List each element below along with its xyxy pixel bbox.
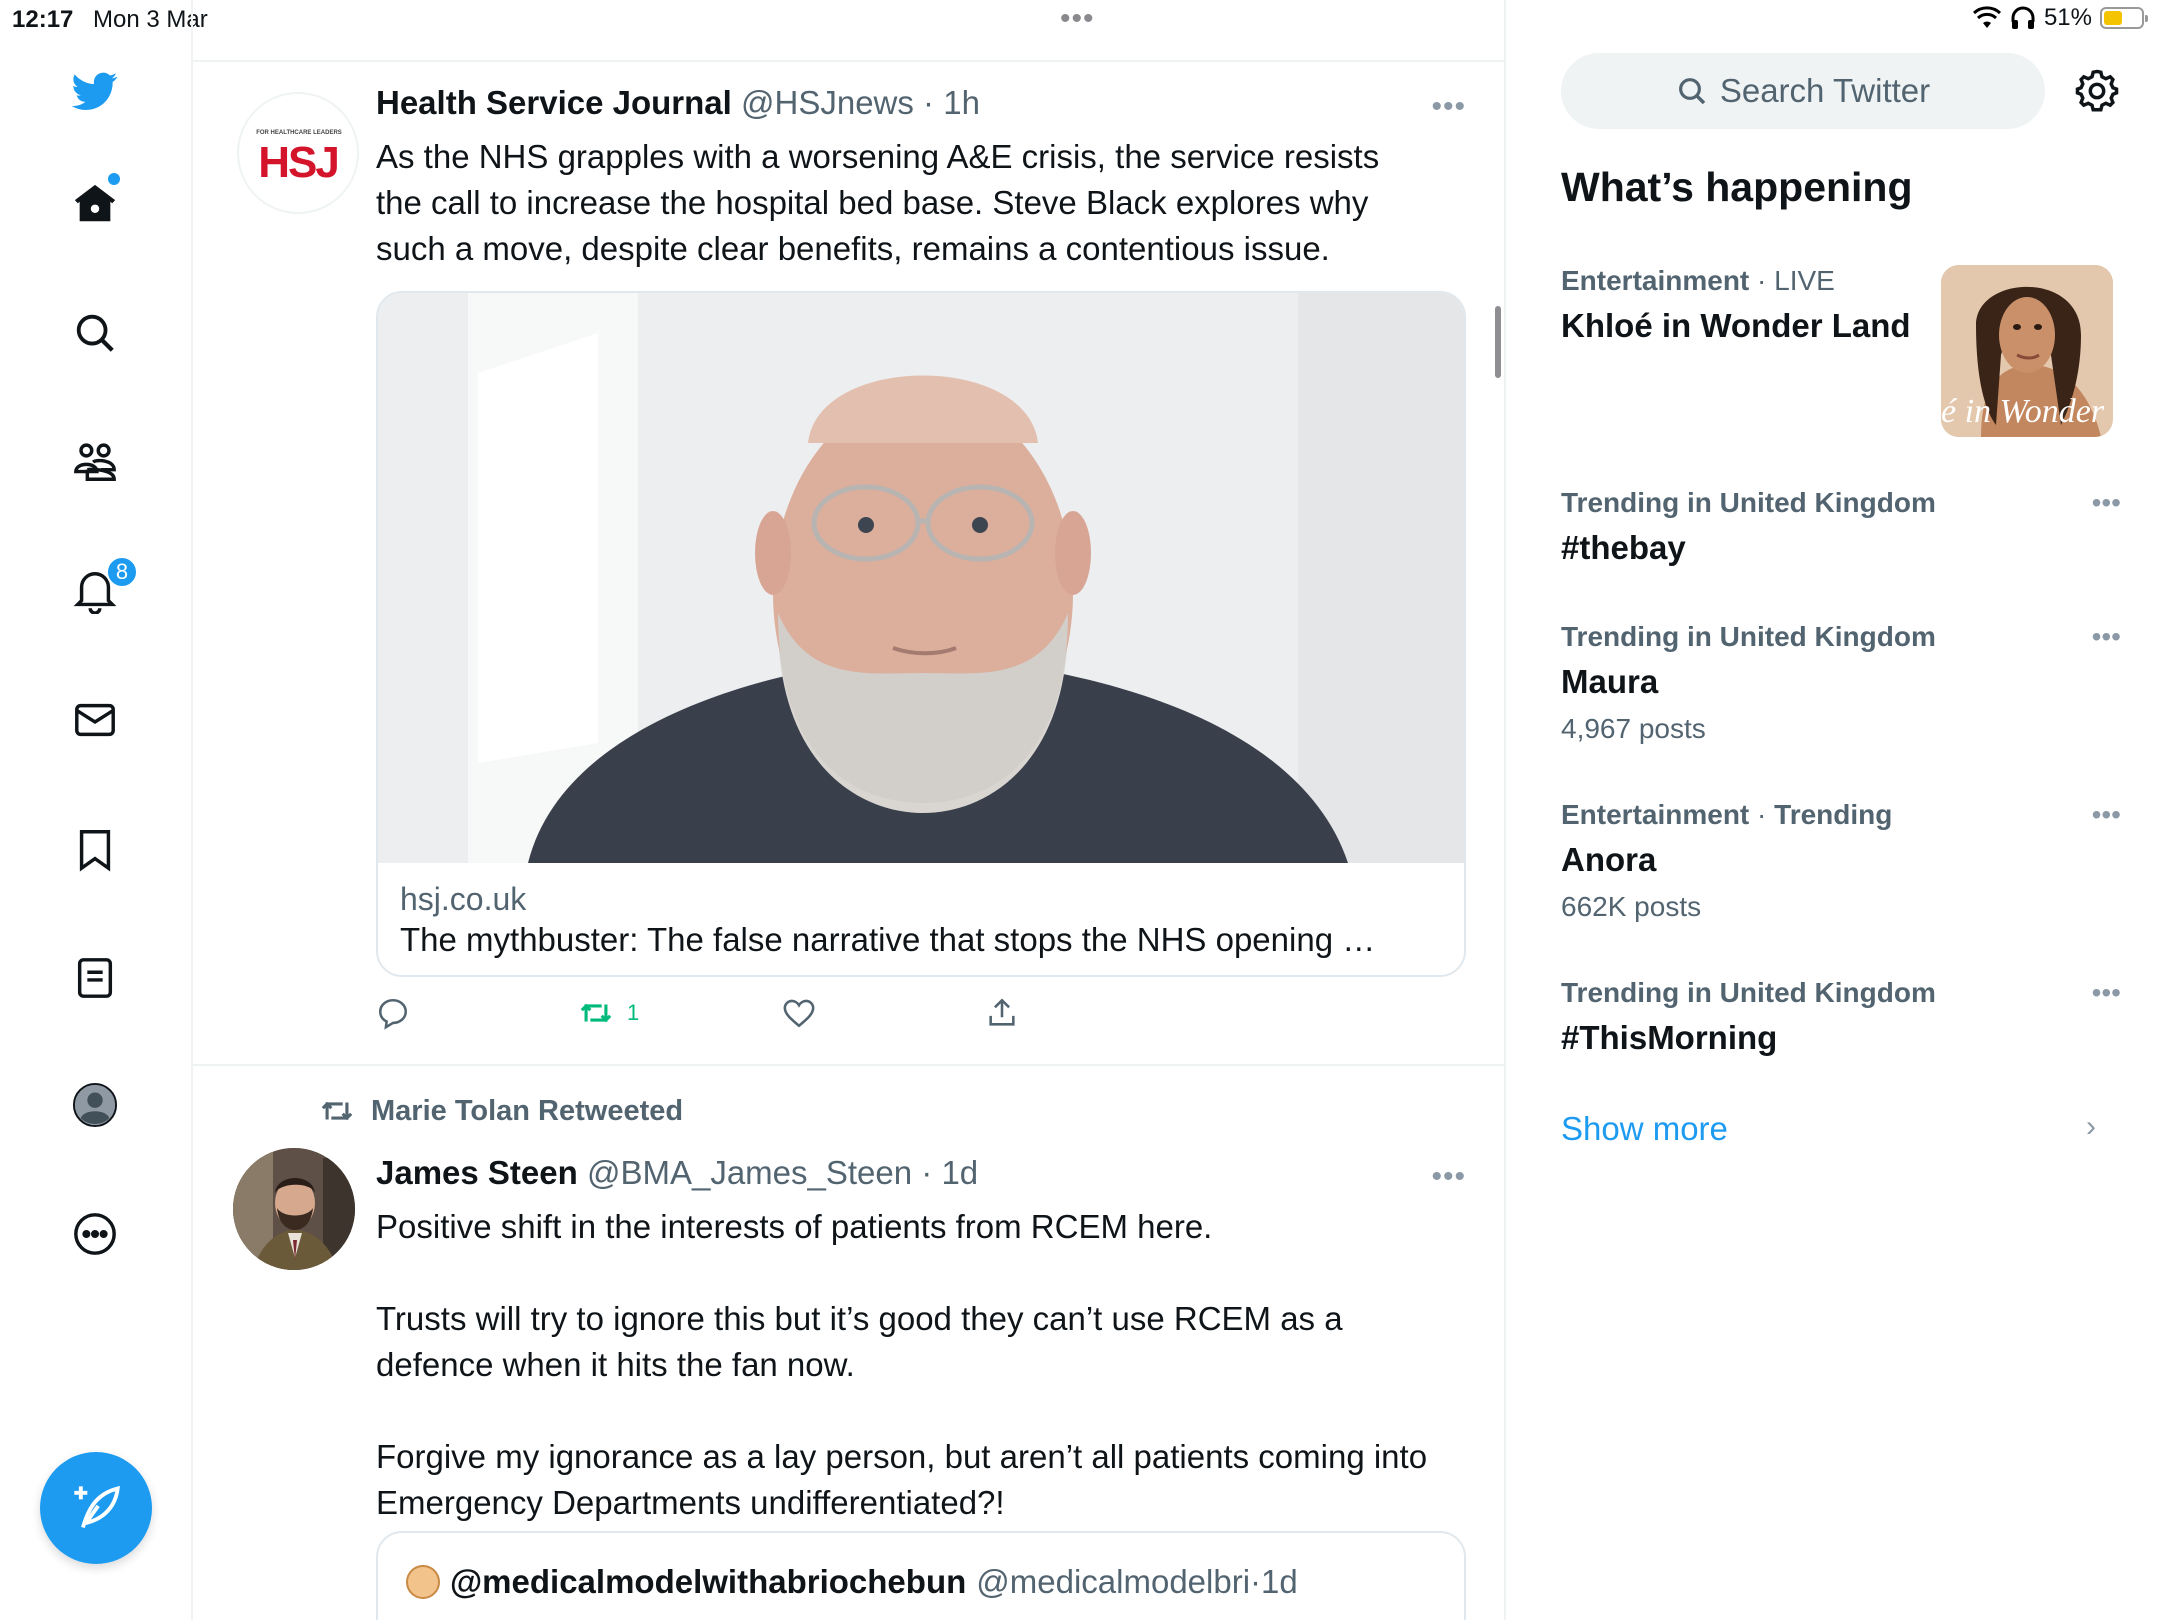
whats-happening-heading: What’s happening [1561,164,1913,210]
twitter-logo-icon[interactable] [66,62,124,120]
article-photo-image [378,293,1464,863]
tweet-james-steen[interactable]: Marie Tolan Retweeted James Steen @BMA_J… [193,1066,1504,1620]
profile-icon[interactable] [66,1076,124,1134]
left-navigation: 8 [0,0,193,1620]
retweeted-by-label[interactable]: Marie Tolan Retweeted [371,1095,683,1128]
trend-meta: Trending in United Kingdom [1561,977,1936,1008]
trend-item[interactable]: Entertainment · Trending Anora 662K post… [1561,799,2121,923]
search-bar[interactable]: Search Twitter [1561,53,2045,129]
timeline: FOR HEALTHCARE LEADERS HSJ Health Servic… [193,0,1506,1620]
retweet-count: 1 [627,1000,640,1025]
author-name[interactable]: James Steen [376,1154,578,1191]
tweet-text: Positive shift in the interests of patie… [376,1204,1446,1526]
trend-meta: Trending in United Kingdom [1561,621,1936,652]
tweet-text-line: Emergency Departments undifferentiated?! [376,1484,1005,1521]
feed-scrollbar[interactable] [1495,306,1501,378]
messages-icon[interactable] [66,691,124,749]
share-icon [989,998,1015,1026]
search-placeholder: Search Twitter [1719,72,1931,109]
quoted-author-name[interactable]: @medicalmodelwithabriochebun [450,1563,966,1601]
tweet-text-line: As the NHS grapples with a worsening A&E… [376,138,1380,175]
communities-icon[interactable] [66,433,124,491]
trend-count: 4,967 posts [1561,713,1706,744]
tweet-header: James Steen @BMA_James_Steen · 1d [376,1154,979,1191]
quoted-tweet-header: @medicalmodelwithabriochebun @medicalmod… [406,1563,1298,1601]
quoted-time: 1d [1261,1563,1298,1600]
bookmarks-icon[interactable] [66,820,124,878]
tweet-text-line: Forgive my ignorance as a lay person, bu… [376,1438,1428,1475]
notifications-badge: 8 [106,556,138,588]
quoted-author-handle[interactable]: @medicalmodelbri [976,1563,1250,1601]
trend-item[interactable]: Trending in United Kingdom Maura 4,967 p… [1561,621,2121,745]
reply-icon [378,998,408,1030]
trend-more-icon[interactable]: ••• [2092,799,2121,831]
heart-icon [783,999,815,1028]
trend-item[interactable]: Trending in United Kingdom #thebay ••• [1561,487,2121,567]
hsj-logo-tagline: FOR HEALTHCARE LEADERS [256,130,342,136]
card-domain: hsj.co.uk [400,881,527,917]
james-steen-avatar[interactable] [233,1148,355,1270]
tweet-text-line: Trusts will try to ignore this but it’s … [376,1300,1343,1337]
tweet-time[interactable]: 1h [943,84,980,121]
author-handle[interactable]: @HSJnews [741,84,914,121]
trend-more-icon[interactable]: ••• [2092,977,2121,1009]
card-title: The mythbuster: The false narrative that… [400,921,1376,958]
author-handle[interactable]: @BMA_James_Steen [587,1154,912,1191]
retweeted-by: Marie Tolan Retweeted [317,1094,683,1128]
quoted-tweet[interactable]: @medicalmodelwithabriochebun @medicalmod… [376,1531,1466,1620]
tweet-text: As the NHS grapples with a worsening A&E… [376,134,1446,272]
trend-item[interactable]: Trending in United Kingdom #ThisMorning … [1561,977,2121,1057]
tweet-actions: 1 [376,996,1188,1030]
lists-icon[interactable] [66,949,124,1007]
chevron-right-icon: › [2086,1110,2096,1143]
tweet-more-icon[interactable]: ••• [1431,1160,1466,1194]
tweet-text-line: defence when it hits the fan now. [376,1346,855,1383]
reply-button[interactable] [376,996,579,1030]
tweet-header: Health Service Journal @HSJnews · 1h [376,84,980,121]
tweet-more-icon[interactable]: ••• [1431,90,1466,124]
trend-title: Maura [1561,663,1659,700]
trend-title: #thebay [1561,529,1686,566]
trend-count: 662K posts [1561,891,1702,922]
search-icon[interactable] [66,304,124,362]
like-button[interactable] [782,996,985,1030]
trend-thumbnail[interactable]: é in Wonder L [1941,265,2113,437]
more-icon[interactable] [66,1205,124,1263]
hsj-logo: HSJ [258,138,340,187]
share-button[interactable] [985,996,1188,1030]
compose-tweet-button[interactable] [40,1452,152,1564]
tweet-text-line: the call to increase the hospital bed ba… [376,184,1369,221]
trend-thumbnail-text: é in Wonder L [1941,393,2113,430]
james-steen-avatar-image [233,1148,355,1270]
trend-meta: Trending in United Kingdom [1561,487,1936,518]
tweet-text-line: such a move, despite clear benefits, rem… [376,230,1330,267]
home-unread-dot [108,173,120,185]
trend-more-icon[interactable]: ••• [2092,487,2121,519]
tweet-time[interactable]: 1d [941,1154,978,1191]
show-more-link[interactable]: Show more [1561,1110,1728,1148]
trend-title: Anora [1561,841,1657,878]
quoted-avatar [406,1565,440,1599]
article-photo [378,293,1464,863]
author-name[interactable]: Health Service Journal [376,84,732,121]
trend-meta: Entertainment · Trending [1561,799,1893,830]
retweet-icon [580,1003,612,1023]
trend-more-icon[interactable]: ••• [2092,621,2121,653]
search-bar-icon [1678,78,1706,105]
retweet-small-icon [321,1101,353,1121]
tweet-paragraph: Positive shift in the interests of patie… [376,1208,1213,1245]
trend-title: #ThisMorning [1561,1019,1778,1056]
tweet-hsj[interactable]: FOR HEALTHCARE LEADERS HSJ Health Servic… [193,62,1504,1066]
right-sidebar: Search Twitter What’s happening Entertai… [1506,0,2160,1620]
compose-icon [74,1485,120,1529]
link-card[interactable]: hsj.co.uk The mythbuster: The false narr… [376,291,1466,977]
settings-gear-icon[interactable] [2074,68,2120,114]
retweet-button[interactable]: 1 [579,996,782,1030]
hsj-avatar[interactable]: FOR HEALTHCARE LEADERS HSJ [237,92,359,214]
